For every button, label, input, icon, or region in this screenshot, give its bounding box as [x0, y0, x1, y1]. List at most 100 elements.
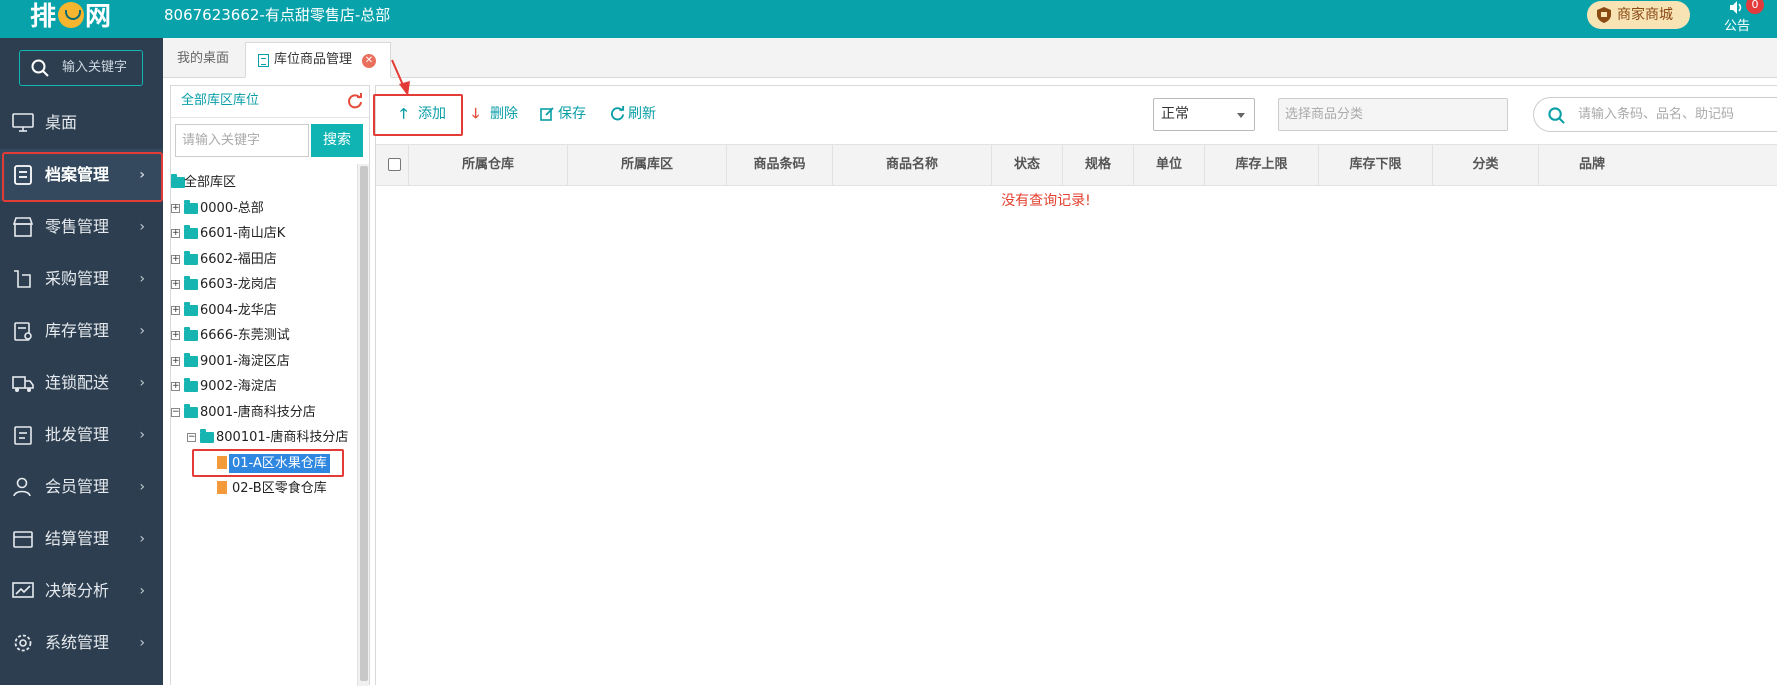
sidebar-item-label: 系统管理 [45, 633, 110, 652]
column-header[interactable]: 库存下限 [1319, 145, 1433, 185]
tree-search-button[interactable]: 搜索 [311, 124, 363, 157]
column-header[interactable]: 品牌 [1539, 145, 1645, 185]
sidebar-item-desktop[interactable]: 桌面 [0, 97, 163, 149]
column-header[interactable]: 商品条码 [727, 145, 833, 185]
search-icon [1548, 107, 1565, 124]
sidebar-search-input[interactable]: 输入关键字 [19, 50, 143, 86]
tree-node[interactable]: + 6601-南山店K [171, 221, 357, 247]
sidebar-item-retail[interactable]: 零售管理 › [0, 201, 163, 253]
column-header[interactable]: 规格 [1063, 145, 1134, 185]
empty-message: 没有查询记录! [1001, 193, 1091, 209]
toolbar: 🡑 添加 🡓 删除 保存 刷新 正常 选择商品分类 请输入条码、品名、助记码 [373, 86, 1777, 144]
sidebar-item-settlement[interactable]: 结算管理 › [0, 513, 163, 565]
refresh-button[interactable]: 刷新 [610, 102, 656, 126]
tree-node[interactable]: + 0000-总部 [171, 196, 357, 222]
collapse-icon[interactable]: − [187, 433, 196, 442]
tree-search-input[interactable]: 请输入关键字 [175, 124, 309, 157]
column-header[interactable]: 库存上限 [1205, 145, 1319, 185]
notice-count-badge: 0 [1746, 0, 1764, 14]
column-header[interactable]: 所属库区 [568, 145, 727, 185]
tree-node[interactable]: 全部库区 [171, 170, 357, 196]
folder-icon [184, 378, 198, 392]
tree-node[interactable]: + 6666-东莞测试 [171, 323, 357, 349]
sidebar-item-label: 会员管理 [45, 477, 110, 496]
status-select[interactable]: 正常 [1153, 98, 1255, 131]
expand-icon[interactable]: + [171, 305, 180, 315]
sidebar-item-label: 采购管理 [45, 269, 110, 288]
merchant-mall-button[interactable]: 商家商城 [1587, 1, 1690, 29]
column-header[interactable]: 状态 [992, 145, 1063, 185]
sidebar-item-purchase[interactable]: 采购管理 › [0, 253, 163, 305]
folder-open-icon [184, 403, 198, 418]
close-icon[interactable]: ✕ [362, 54, 376, 68]
app-logo[interactable]: 排网 [30, 0, 112, 38]
tree-node[interactable]: + 9001-海淀区店 [171, 349, 357, 375]
tree-node[interactable]: + 6004-龙华店 [171, 298, 357, 324]
expand-icon[interactable]: + [171, 356, 180, 366]
expand-icon[interactable]: + [171, 229, 180, 238]
tree-node[interactable]: 02-B区零食仓库 [171, 476, 357, 502]
tree-node[interactable]: − 800101-唐商科技分店 [171, 425, 357, 451]
tree-scrollbar[interactable] [357, 164, 369, 686]
tree-node[interactable]: + 6603-龙岗店 [171, 272, 357, 298]
member-icon [13, 477, 31, 497]
category-select-input[interactable]: 选择商品分类 [1278, 98, 1508, 131]
folder-icon [184, 276, 198, 290]
tree-node[interactable]: + 9002-海淀店 [171, 374, 357, 400]
speaker-icon [1730, 1, 1742, 14]
column-header[interactable]: 商品名称 [833, 145, 992, 185]
sidebar-item-chain-delivery[interactable]: 连锁配送 › [0, 357, 163, 409]
search-icon [31, 59, 49, 77]
tree-node[interactable]: + 6602-福田店 [171, 247, 357, 273]
sidebar-item-wholesale[interactable]: 批发管理 › [0, 409, 163, 461]
expand-icon[interactable]: + [171, 280, 180, 289]
sidebar-nav: 桌面 档案管理 › 零售管理 › 采购管理 › 库存管理 › 连锁配送 › 批发… [0, 97, 163, 669]
notice-button[interactable]: 0 公告 [1718, 0, 1764, 38]
select-all-checkbox[interactable] [388, 158, 401, 171]
collapse-icon[interactable]: − [171, 407, 180, 417]
tab-location-goods[interactable]: 库位商品管理 ✕ [245, 42, 391, 78]
column-header[interactable]: 所属仓库 [409, 145, 568, 185]
column-header[interactable]: 分类 [1433, 145, 1539, 185]
gear-icon [14, 634, 32, 652]
column-header[interactable]: 单位 [1134, 145, 1205, 185]
refresh-icon[interactable] [347, 93, 363, 109]
sidebar-item-archive[interactable]: 档案管理 › [0, 149, 163, 202]
sidebar-item-inventory[interactable]: 库存管理 › [0, 305, 163, 357]
inventory-icon [14, 322, 32, 341]
chevron-right-icon: › [139, 479, 145, 495]
arrow-up-icon: 🡑 [400, 106, 408, 122]
expand-icon[interactable]: + [171, 254, 180, 264]
save-label: 保存 [558, 106, 586, 122]
barcode-search-input[interactable]: 请输入条码、品名、助记码 [1533, 97, 1777, 132]
tree-panel-header: 全部库区库位 [171, 86, 369, 118]
refresh-icon [611, 106, 625, 121]
store-title: 8067623662-有点甜零售店-总部 [164, 6, 391, 24]
tree-panel-title: 全部库区库位 [181, 93, 260, 108]
expand-icon[interactable]: + [171, 331, 180, 340]
sidebar-item-label: 桌面 [45, 113, 78, 132]
refresh-label: 刷新 [628, 106, 656, 122]
arrow-down-icon: 🡓 [472, 106, 480, 122]
sidebar-item-system[interactable]: 系统管理 › [0, 617, 163, 669]
sidebar-item-label: 批发管理 [45, 425, 110, 444]
tab-my-desktop[interactable]: 我的桌面 [163, 42, 243, 78]
folder-icon [184, 199, 198, 214]
tree-node[interactable]: − 8001-唐商科技分店 [171, 400, 357, 426]
sidebar-item-label: 决策分析 [45, 581, 110, 600]
sidebar-item-analysis[interactable]: 决策分析 › [0, 565, 163, 617]
delete-button[interactable]: 🡓 删除 [472, 102, 518, 126]
chevron-right-icon: › [139, 583, 145, 599]
chevron-right-icon: › [139, 167, 145, 183]
sidebar-item-label: 库存管理 [45, 321, 110, 340]
expand-icon[interactable]: + [171, 203, 180, 213]
status-select-value: 正常 [1161, 106, 1189, 122]
sidebar-item-member[interactable]: 会员管理 › [0, 461, 163, 513]
chevron-right-icon: › [139, 375, 145, 391]
folder-icon [184, 352, 198, 367]
save-button[interactable]: 保存 [540, 102, 586, 126]
location-tree-panel: 全部库区库位 请输入关键字 搜索 全部库区 + 0000-总部 + 6601-南… [170, 85, 370, 686]
expand-icon[interactable]: + [171, 382, 180, 391]
delete-label: 删除 [490, 106, 518, 122]
add-button[interactable]: 🡑 添加 [400, 102, 446, 126]
